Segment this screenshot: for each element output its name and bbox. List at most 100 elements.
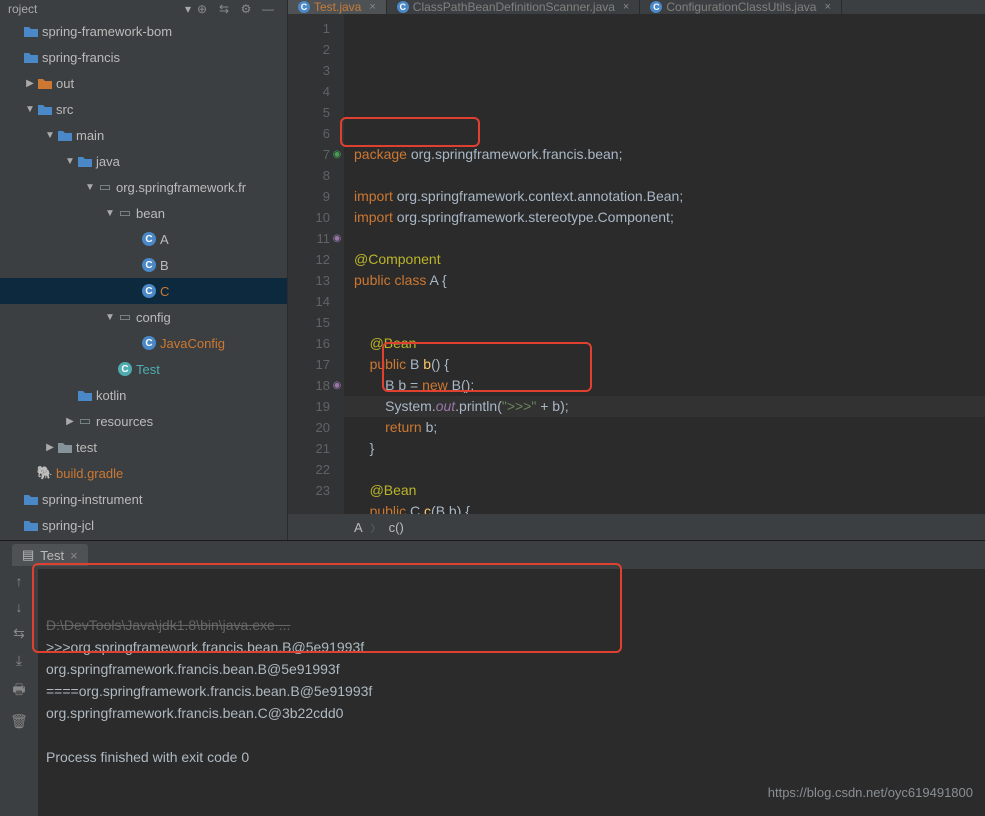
tree-item-config[interactable]: ▼▭config — [0, 304, 287, 330]
folder-icon — [38, 77, 52, 89]
line-number[interactable]: 6 — [288, 123, 330, 144]
line-number[interactable]: 9 — [288, 186, 330, 207]
trash-icon[interactable]: 🗑 — [10, 713, 28, 730]
line-number[interactable]: 16 — [288, 333, 330, 354]
run-tool-window: ▤ Test × ↑ ↓ ⇆ ⤓ 🖶 🗑 D:\DevTools\Java\jd… — [0, 540, 985, 816]
tree-item-a[interactable]: CA — [0, 226, 287, 252]
tree-item-javaconfig[interactable]: CJavaConfig — [0, 330, 287, 356]
line-number[interactable]: 11 — [288, 228, 330, 249]
line-gutter: 1234567891011121314151617181920212223 ◉ … — [288, 14, 344, 514]
editor-tab[interactable]: CClassPathBeanDefinitionScanner.java× — [387, 0, 641, 14]
line-number[interactable]: 20 — [288, 417, 330, 438]
hide-icon[interactable]: — — [257, 2, 279, 16]
tree-arrow-icon[interactable]: ▶ — [44, 442, 56, 453]
tree-item-kotlin[interactable]: kotlin — [0, 382, 287, 408]
tree-item-out[interactable]: ▶out — [0, 70, 287, 96]
tree-item-bean[interactable]: ▼▭bean — [0, 200, 287, 226]
tree-item-main[interactable]: ▼main — [0, 122, 287, 148]
line-number[interactable]: 1 — [288, 18, 330, 39]
tree-arrow-icon[interactable]: ▼ — [84, 182, 96, 193]
line-number[interactable]: 15 — [288, 312, 330, 333]
target-icon[interactable]: ⊕ — [191, 2, 213, 16]
tree-arrow-icon[interactable]: ▶ — [24, 78, 36, 89]
tree-arrow-icon[interactable]: ▼ — [104, 312, 116, 323]
tree-item-spring-francis[interactable]: spring-francis — [0, 44, 287, 70]
line-number[interactable]: 7 — [288, 144, 330, 165]
arrow-up-icon[interactable]: ↑ — [16, 573, 23, 589]
editor-body: 1234567891011121314151617181920212223 ◉ … — [288, 14, 985, 514]
method-gutter-icon[interactable]: ◉ — [330, 228, 344, 249]
console-output[interactable]: D:\DevTools\Java\jdk1.8\bin\java.exe ...… — [38, 569, 985, 816]
tree-item-c[interactable]: CC — [0, 278, 287, 304]
tree-item-test[interactable]: CTest — [0, 356, 287, 382]
tree-arrow-icon[interactable]: ▼ — [64, 156, 76, 167]
editor-tab[interactable]: CConfigurationClassUtils.java× — [640, 0, 842, 14]
line-number[interactable]: 14 — [288, 291, 330, 312]
tree-item-spring-framework-bom[interactable]: spring-framework-bom — [0, 18, 287, 44]
editor-tab[interactable]: CTest.java× — [288, 0, 387, 14]
tree-arrow-icon[interactable]: ▼ — [44, 130, 56, 141]
tree-item-org-springframework-fr[interactable]: ▼▭org.springframework.fr — [0, 174, 287, 200]
line-number[interactable]: 3 — [288, 60, 330, 81]
line-number[interactable]: 5 — [288, 102, 330, 123]
folder-icon — [24, 519, 38, 531]
tree-item-spring-jcl[interactable]: spring-jcl — [0, 512, 287, 538]
run-gutter-icon[interactable]: ◉ — [330, 144, 344, 165]
gear-icon[interactable]: ⚙ — [235, 2, 257, 16]
expand-icon[interactable]: ⇆ — [213, 2, 235, 16]
line-number[interactable]: 17 — [288, 354, 330, 375]
folder-icon — [58, 129, 72, 141]
editor-area: CTest.java×CClassPathBeanDefinitionScann… — [288, 0, 985, 540]
line-number[interactable]: 18 — [288, 375, 330, 396]
print-icon[interactable]: 🖶 — [12, 679, 25, 703]
project-sidebar: roject ▾ ⊕ ⇆ ⚙ — spring-framework-bomspr… — [0, 0, 288, 540]
tree-item-spring-instrument[interactable]: spring-instrument — [0, 486, 287, 512]
line-number[interactable]: 21 — [288, 438, 330, 459]
close-icon[interactable]: × — [623, 1, 629, 13]
method-gutter-icon[interactable]: ◉ — [330, 375, 344, 396]
tree-item-test[interactable]: ▶test — [0, 434, 287, 460]
line-number[interactable]: 23 — [288, 480, 330, 501]
annotation-box-1 — [340, 117, 480, 147]
class-icon: C — [142, 336, 156, 350]
line-number[interactable]: 10 — [288, 207, 330, 228]
project-tree: spring-framework-bomspring-francis▶out▼s… — [0, 18, 287, 540]
scroll-icon[interactable]: ⤓ — [16, 652, 22, 669]
line-number[interactable]: 13 — [288, 270, 330, 291]
line-number[interactable]: 2 — [288, 39, 330, 60]
folder-icon — [24, 25, 38, 37]
watermark: https://blog.csdn.net/oyc619491800 — [768, 785, 973, 800]
tree-item-build-gradle[interactable]: 🐘build.gradle — [0, 460, 287, 486]
tree-arrow-icon[interactable]: ▼ — [24, 104, 36, 115]
line-number[interactable]: 4 — [288, 81, 330, 102]
sidebar-title: roject — [8, 2, 185, 16]
code-editor[interactable]: package org.springframework.francis.bean… — [344, 14, 985, 514]
folder-icon — [24, 51, 38, 63]
gradle-icon: 🐘 — [37, 465, 53, 481]
class-icon: C — [142, 232, 156, 246]
breadcrumb-class[interactable]: A — [354, 520, 363, 535]
line-number[interactable]: 22 — [288, 459, 330, 480]
wrap-icon[interactable]: ⇆ — [13, 625, 25, 642]
breadcrumb[interactable]: A 〉 c() — [288, 514, 985, 540]
class-icon: C — [397, 1, 409, 13]
folder-icon — [24, 493, 38, 505]
package-icon: ▭ — [119, 205, 131, 221]
sidebar-header: roject ▾ ⊕ ⇆ ⚙ — — [0, 0, 287, 18]
line-number[interactable]: 12 — [288, 249, 330, 270]
close-icon[interactable]: × — [369, 1, 375, 13]
close-icon[interactable]: × — [824, 1, 830, 13]
tree-item-resources[interactable]: ▶▭resources — [0, 408, 287, 434]
close-icon[interactable]: × — [70, 548, 78, 563]
tree-arrow-icon[interactable]: ▶ — [64, 416, 76, 427]
tree-arrow-icon[interactable]: ▼ — [104, 208, 116, 219]
tree-item-java[interactable]: ▼java — [0, 148, 287, 174]
package-icon: ▭ — [99, 179, 111, 195]
class-icon: C — [142, 284, 156, 298]
tree-item-b[interactable]: CB — [0, 252, 287, 278]
arrow-down-icon[interactable]: ↓ — [16, 599, 23, 615]
line-number[interactable]: 19 — [288, 396, 330, 417]
breadcrumb-method[interactable]: c() — [389, 520, 404, 535]
tree-item-src[interactable]: ▼src — [0, 96, 287, 122]
line-number[interactable]: 8 — [288, 165, 330, 186]
